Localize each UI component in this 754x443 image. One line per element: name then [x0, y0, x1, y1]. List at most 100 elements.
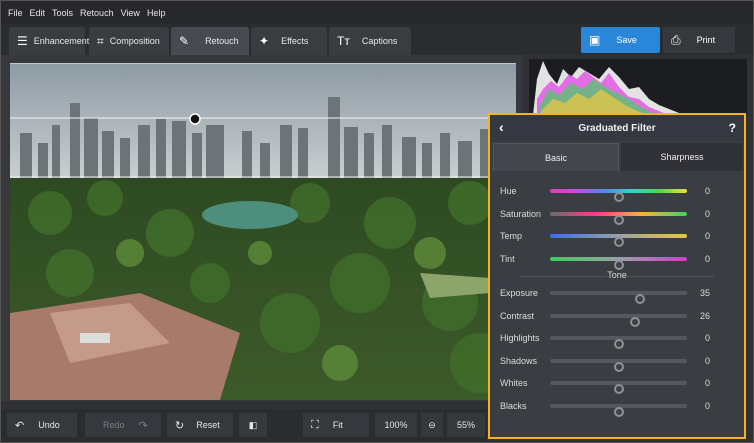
- reset-button[interactable]: ↻ Reset: [167, 413, 233, 437]
- slider-thumb[interactable]: [613, 361, 624, 372]
- menu-tools[interactable]: Tools: [52, 8, 73, 18]
- back-arrow-icon[interactable]: ‹: [499, 119, 504, 135]
- slider-thumb[interactable]: [613, 214, 624, 225]
- slider-value: 26: [699, 310, 710, 321]
- fit-button[interactable]: ⛶ Fit: [303, 413, 369, 437]
- slider-value: 0: [704, 208, 710, 219]
- menu-bar: File Edit Tools Retouch View Help: [1, 1, 753, 24]
- undo-label: Undo: [38, 420, 60, 430]
- tab-label: Retouch: [205, 36, 239, 46]
- tab-retouch[interactable]: ✎ Retouch: [171, 27, 249, 55]
- histogram: [529, 59, 747, 115]
- panel-tabs: Basic Sharpness: [490, 141, 744, 171]
- canvas-area: [1, 55, 523, 401]
- slider-row-shadows: Shadows 0: [490, 351, 744, 372]
- slider-thumb[interactable]: [613, 237, 624, 247]
- undo-icon: ↶: [15, 419, 25, 432]
- photo-canvas[interactable]: [10, 63, 516, 400]
- zoom-out-button[interactable]: ⊖: [421, 413, 443, 437]
- app-window: File Edit Tools Retouch View Help ☰ Enha…: [0, 0, 754, 443]
- print-button[interactable]: ⎙ Print: [663, 27, 735, 53]
- floppy-icon: ▣: [589, 33, 601, 47]
- save-label: Save: [616, 35, 637, 45]
- bottom-toolbar: ↶ Undo Redo ↷ ↻ Reset ◧ ⛶ Fit 100% ⊖ 55%: [1, 409, 487, 442]
- sliders-icon: ☰: [17, 34, 28, 48]
- tab-captions[interactable]: Tт Captions: [329, 27, 411, 55]
- slider-label: Contrast: [500, 310, 535, 321]
- menu-help[interactable]: Help: [147, 8, 166, 18]
- tint-slider[interactable]: [550, 256, 687, 270]
- menu-edit[interactable]: Edit: [30, 8, 46, 18]
- filter-handle: [189, 113, 201, 125]
- redo-button[interactable]: Redo ↷: [85, 413, 161, 437]
- slider-row-whites: Whites 0: [490, 373, 744, 394]
- slider-label: Saturation: [500, 208, 542, 219]
- text-icon: Tт: [337, 34, 350, 48]
- slider-value: 0: [704, 378, 710, 388]
- zoom-100-button[interactable]: 100%: [375, 413, 417, 437]
- contrast-slider[interactable]: [550, 313, 687, 327]
- slider-value: 0: [704, 333, 710, 343]
- menu-retouch[interactable]: Retouch: [80, 8, 114, 18]
- redo-icon: ↷: [138, 419, 148, 432]
- slider-value: 0: [704, 253, 710, 264]
- slider-row-contrast: Contrast 26: [490, 306, 744, 327]
- compare-button[interactable]: ◧: [239, 413, 267, 437]
- slider-value: 0: [704, 186, 710, 196]
- slider-label: Highlights: [500, 333, 540, 343]
- panel-title: Graduated Filter: [578, 122, 656, 134]
- zoom-level[interactable]: 55%: [447, 413, 485, 437]
- slider-value: 0: [704, 355, 710, 366]
- redo-label: Redo: [103, 420, 125, 430]
- tab-enhancement[interactable]: ☰ Enhancement: [9, 27, 89, 55]
- slider-label: Exposure: [500, 288, 539, 298]
- shadows-slider[interactable]: [550, 358, 687, 372]
- magic-wand-icon: ✦: [259, 34, 270, 48]
- reset-icon: ↻: [175, 419, 185, 432]
- help-icon[interactable]: ?: [729, 121, 736, 135]
- tab-composition[interactable]: ⌗ Composition: [89, 27, 169, 55]
- slider-thumb[interactable]: [613, 406, 624, 417]
- slider-thumb[interactable]: [613, 192, 624, 202]
- slider-thumb[interactable]: [613, 339, 624, 349]
- slider-row-temp: Temp 0: [490, 226, 744, 247]
- slider-thumb[interactable]: [613, 259, 624, 270]
- slider-row-hue: Hue 0: [490, 181, 744, 202]
- slider-value: 0: [704, 231, 710, 241]
- menu-view[interactable]: View: [121, 8, 140, 18]
- histogram-graph: [533, 61, 689, 115]
- slider-thumb[interactable]: [629, 316, 640, 327]
- fit-label: Fit: [332, 420, 343, 430]
- menu-file[interactable]: File: [8, 8, 23, 18]
- slider-label: Whites: [500, 378, 528, 388]
- slider-row-saturation: Saturation 0: [490, 204, 744, 225]
- hue-slider[interactable]: [550, 189, 687, 202]
- blacks-slider[interactable]: [550, 403, 687, 417]
- save-button[interactable]: ▣ Save: [581, 27, 660, 53]
- tab-label: Composition: [109, 36, 160, 46]
- tab-label: Enhancement: [33, 36, 90, 46]
- saturation-slider[interactable]: [550, 211, 687, 225]
- slider-row-exposure: Exposure 35: [490, 283, 744, 304]
- slider-label: Shadows: [500, 355, 538, 366]
- slider-value: 35: [699, 288, 710, 298]
- highlights-slider[interactable]: [550, 336, 687, 349]
- undo-button[interactable]: ↶ Undo: [7, 413, 77, 437]
- brush-icon: ✎: [179, 34, 190, 48]
- reset-label: Reset: [196, 420, 220, 430]
- tab-effects[interactable]: ✦ Effects: [251, 27, 327, 55]
- slider-row-tint: Tint 0: [490, 249, 744, 270]
- whites-slider[interactable]: [550, 381, 687, 394]
- fit-icon: ⛶: [311, 418, 319, 431]
- tab-basic[interactable]: Basic: [493, 143, 619, 171]
- crop-icon: ⌗: [97, 33, 104, 48]
- exposure-slider[interactable]: [550, 291, 687, 304]
- slider-label: Blacks: [500, 400, 527, 411]
- tab-sharpness[interactable]: Sharpness: [621, 143, 743, 171]
- graduated-filter-panel: ‹ Graduated Filter ? Basic Sharpness Hue…: [488, 113, 746, 439]
- slider-thumb[interactable]: [635, 294, 646, 304]
- temp-slider[interactable]: [550, 234, 687, 247]
- slider-thumb[interactable]: [613, 384, 624, 394]
- slider-label: Tint: [500, 253, 515, 264]
- minus-icon: ⊖: [428, 419, 436, 430]
